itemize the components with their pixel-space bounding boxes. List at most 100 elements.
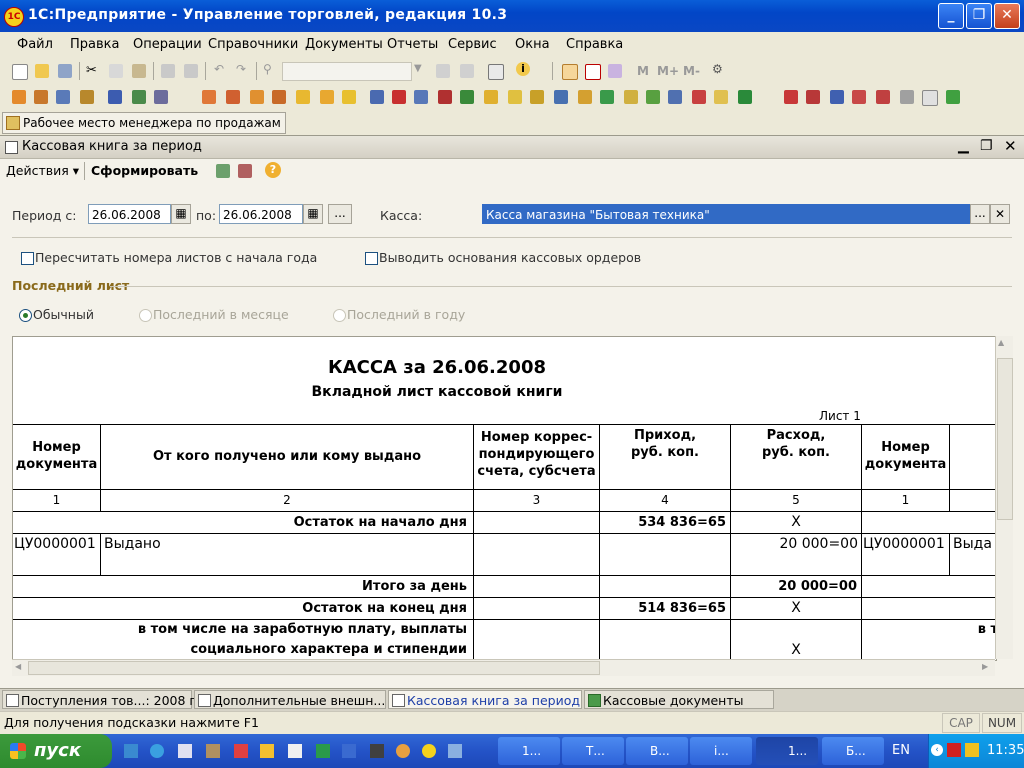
copy-icon[interactable] <box>109 64 123 78</box>
table-icon[interactable] <box>132 90 146 104</box>
app-icon[interactable] <box>234 744 248 758</box>
doc-icon[interactable] <box>508 90 522 104</box>
tab-receipts[interactable]: Поступления тов...: 2008 г. <box>2 690 200 709</box>
window-icon[interactable] <box>488 64 504 80</box>
period-from-input[interactable]: 26.06.2008 <box>88 204 171 224</box>
print-icon[interactable] <box>161 64 175 78</box>
cut-icon[interactable]: ✂ <box>86 63 97 78</box>
people-icon[interactable] <box>108 90 122 104</box>
tab-cash-book[interactable]: Кассовая книга за период <box>388 690 582 709</box>
start-button[interactable]: пуск <box>0 734 112 768</box>
app-icon[interactable] <box>396 744 410 758</box>
kassa-clear-button[interactable]: ✕ <box>990 204 1010 224</box>
menu-documents[interactable]: Документы <box>305 37 383 52</box>
doc-icon[interactable] <box>578 90 592 104</box>
search-icon[interactable]: ⚲ <box>263 62 272 76</box>
calendar-from-button[interactable]: ▦ <box>171 204 191 224</box>
kassa-input[interactable]: Касса магазина "Бытовая техника" <box>482 204 970 224</box>
word-icon[interactable] <box>288 744 302 758</box>
maximize-button[interactable]: ❐ <box>966 3 992 29</box>
doc-icon[interactable] <box>876 90 890 104</box>
period-select-button[interactable]: ... <box>328 204 352 224</box>
doc-icon[interactable] <box>624 90 638 104</box>
scroll-thumb-h[interactable] <box>28 661 600 675</box>
period-to-input[interactable]: 26.06.2008 <box>219 204 303 224</box>
radio-normal[interactable] <box>19 309 32 322</box>
taskbar-task[interactable]: В... <box>626 737 688 765</box>
doc-icon[interactable] <box>272 90 286 104</box>
menu-service[interactable]: Сервис <box>448 37 497 52</box>
1c-icon[interactable] <box>422 744 436 758</box>
radio-last-in-month[interactable] <box>139 309 152 322</box>
doc-icon[interactable] <box>414 90 428 104</box>
search-next-icon[interactable] <box>436 64 450 78</box>
memory-m-icon[interactable]: M <box>637 64 649 78</box>
tray-app-icon[interactable] <box>965 743 979 757</box>
taskbar-task-active[interactable]: 1... <box>756 737 818 765</box>
doc-icon[interactable] <box>554 90 568 104</box>
child-close-button[interactable]: ✕ <box>1004 137 1017 155</box>
scroll-thumb[interactable] <box>997 358 1013 520</box>
memory-plus-icon[interactable]: M+ <box>657 64 679 78</box>
report-vertical-scrollbar[interactable]: ▲ <box>995 336 1013 659</box>
actions-menu-button[interactable]: Действия ▾ <box>6 163 79 178</box>
search-dropdown-icon[interactable]: ▼ <box>414 63 422 74</box>
list-icon[interactable] <box>922 90 938 106</box>
doc-icon[interactable] <box>738 90 752 104</box>
tab-additional-external[interactable]: Дополнительные внешн... <box>194 690 386 709</box>
menu-help[interactable]: Справка <box>566 37 623 52</box>
close-button[interactable]: ✕ <box>994 3 1020 29</box>
menu-edit[interactable]: Правка <box>70 37 119 52</box>
doc-icon[interactable] <box>530 90 544 104</box>
tray-expand-icon[interactable]: ‹ <box>931 744 943 756</box>
memory-minus-icon[interactable]: M- <box>683 64 700 78</box>
doc-icon[interactable] <box>320 90 334 104</box>
doc-icon[interactable] <box>668 90 682 104</box>
new-icon[interactable] <box>12 64 28 80</box>
open-icon[interactable] <box>35 64 49 78</box>
minimize-button[interactable]: _ <box>938 3 964 29</box>
calculator-icon[interactable] <box>562 64 578 80</box>
settings-restore-icon[interactable] <box>238 164 252 178</box>
doc-icon[interactable] <box>484 90 498 104</box>
doc-icon[interactable] <box>12 90 26 104</box>
info-icon[interactable]: i <box>516 62 530 76</box>
doc-icon[interactable] <box>830 90 844 104</box>
app-icon[interactable] <box>342 744 356 758</box>
doc-icon[interactable] <box>80 90 94 104</box>
taskbar-task[interactable]: Б... <box>822 737 884 765</box>
taskbar-task[interactable]: i... <box>690 737 752 765</box>
kassa-select-button[interactable]: ... <box>970 204 990 224</box>
doc-icon[interactable] <box>646 90 660 104</box>
redo-icon[interactable]: ↷ <box>236 62 246 76</box>
check-icon[interactable] <box>946 90 960 104</box>
help-button[interactable]: ? <box>265 162 281 178</box>
doc-icon[interactable] <box>342 90 356 104</box>
scroll-right-icon[interactable]: ▶ <box>982 662 988 671</box>
doc-icon[interactable] <box>714 90 728 104</box>
recalc-checkbox[interactable] <box>21 252 34 265</box>
antivirus-icon[interactable] <box>947 743 961 757</box>
calendar-icon[interactable] <box>585 64 601 80</box>
doc-icon[interactable] <box>202 90 216 104</box>
menu-file[interactable]: Файл <box>17 37 53 52</box>
report-icon[interactable] <box>154 90 168 104</box>
app-icon[interactable] <box>206 744 220 758</box>
doc-icon[interactable] <box>392 90 406 104</box>
doc-icon[interactable] <box>852 90 866 104</box>
doc-icon[interactable] <box>806 90 820 104</box>
app-icon[interactable] <box>260 744 274 758</box>
excel-icon[interactable] <box>316 744 330 758</box>
tab-cash-documents[interactable]: Кассовые документы <box>584 690 774 709</box>
calendar-to-button[interactable]: ▦ <box>303 204 323 224</box>
doc-icon[interactable] <box>34 90 48 104</box>
child-minimize-button[interactable]: ▁ <box>958 138 969 154</box>
scroll-up-icon[interactable]: ▲ <box>998 338 1004 347</box>
menu-reports[interactable]: Отчеты <box>387 37 438 52</box>
desktop-icon[interactable] <box>124 744 138 758</box>
child-restore-button[interactable]: ❐ <box>980 138 993 154</box>
report-horizontal-scrollbar[interactable]: ◀ ▶ <box>12 659 995 676</box>
doc-icon[interactable] <box>370 90 384 104</box>
undo-icon[interactable]: ↶ <box>214 62 224 76</box>
menu-operations[interactable]: Операции <box>133 37 202 52</box>
